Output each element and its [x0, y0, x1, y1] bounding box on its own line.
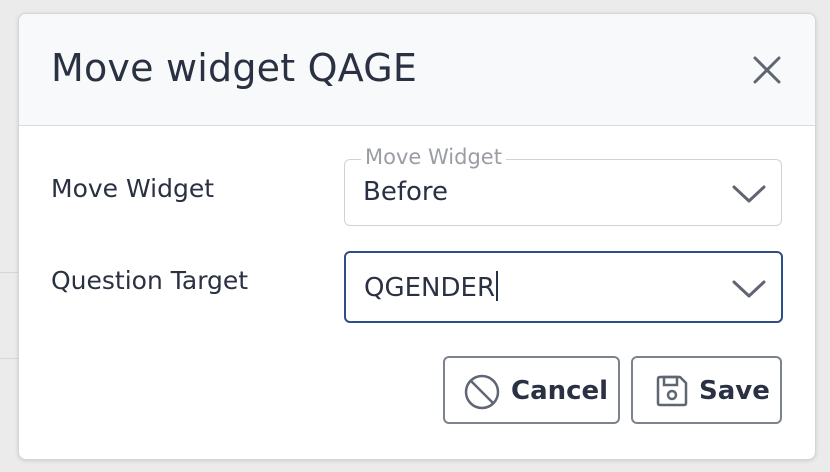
ban-icon [464, 374, 500, 410]
move-widget-value: Before [363, 177, 449, 207]
cancel-button[interactable]: Cancel [443, 356, 620, 424]
save-button[interactable]: Save [631, 356, 782, 424]
save-button-label: Save [699, 376, 770, 406]
floppy-disk-icon [656, 375, 688, 407]
background-divider [0, 358, 20, 359]
modal-title: Move widget QAGE [51, 46, 418, 90]
background-divider [0, 272, 20, 273]
question-target-value: QGENDER [364, 273, 496, 303]
move-widget-floating-label: Move Widget [361, 147, 506, 168]
cancel-button-label: Cancel [511, 376, 609, 406]
close-icon [753, 56, 781, 84]
move-widget-select[interactable]: Move Widget Before [344, 147, 782, 226]
question-target-label: Question Target [51, 266, 249, 295]
question-target-select[interactable]: QGENDER [344, 251, 783, 323]
text-cursor [496, 271, 499, 301]
question-target-input[interactable]: QGENDER [364, 271, 499, 303]
chevron-down-icon [732, 280, 766, 298]
move-widget-label: Move Widget [51, 174, 215, 203]
modal-header: Move widget QAGE [19, 14, 815, 126]
close-button[interactable] [747, 50, 787, 90]
move-widget-dialog: Move widget QAGE Move Widget Move Widget… [18, 13, 816, 460]
chevron-down-icon [732, 185, 766, 203]
